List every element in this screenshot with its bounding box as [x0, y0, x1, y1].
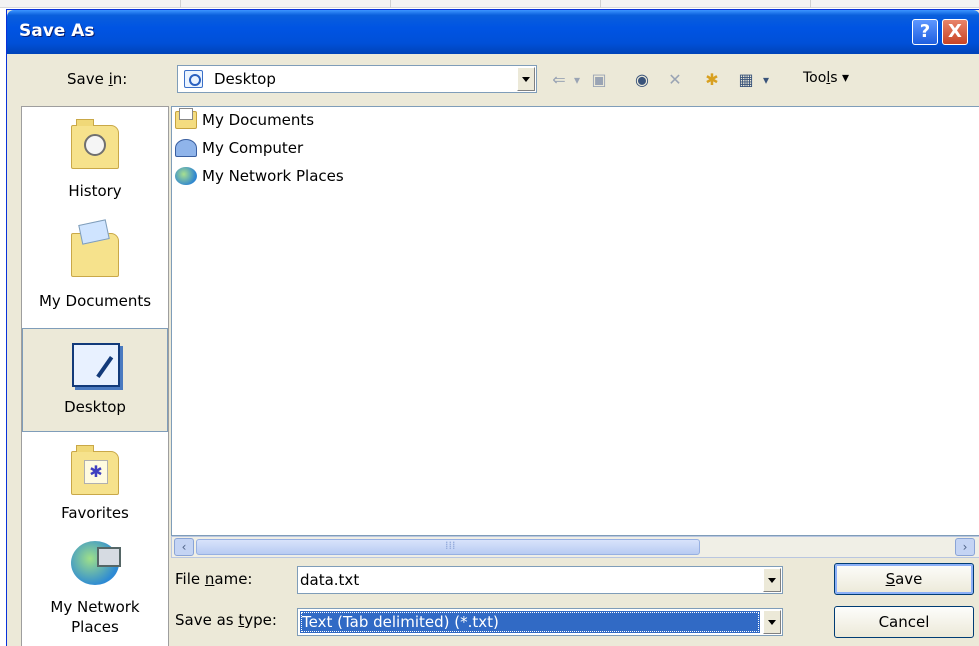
tools-menu[interactable]: Tools ▾	[803, 70, 849, 86]
places-bar: History My Documents Desktop ✱ Favorites…	[21, 106, 169, 646]
delete-icon[interactable]: ✕	[663, 68, 687, 92]
file-name-dropdown-icon[interactable]	[763, 568, 781, 592]
file-name: My Documents	[202, 111, 315, 129]
my-network-places-icon	[175, 167, 197, 185]
save-button-text: ave	[895, 570, 923, 588]
save-as-type-label: Save as type:	[175, 611, 277, 629]
places-label-desktop: Desktop	[64, 398, 126, 416]
desktop-icon	[72, 343, 120, 387]
save-button[interactable]: Save	[834, 563, 974, 595]
favorites-icon: ✱	[71, 445, 119, 495]
places-label-network-line1: My Network	[50, 598, 140, 616]
scroll-left-icon[interactable]: ‹	[174, 538, 194, 556]
history-icon	[71, 119, 119, 169]
save-as-dialog: Save As ? X Save in: Desktop ⇐ ▾ ▣ ◉ ✕ ✱…	[6, 9, 979, 646]
back-dropdown-icon[interactable]: ▾	[571, 68, 583, 92]
file-name: My Network Places	[202, 167, 344, 185]
places-item-favorites[interactable]: ✱ Favorites	[22, 437, 168, 541]
search-web-icon[interactable]: ◉	[629, 68, 655, 92]
title-bar[interactable]: Save As ? X	[7, 10, 979, 54]
network-places-icon	[71, 541, 121, 585]
save-in-dropdown-icon[interactable]	[517, 67, 535, 91]
back-icon[interactable]: ⇐	[547, 68, 571, 92]
scrollbar-thumb[interactable]	[196, 539, 700, 555]
save-as-type-label-text-end: ype:	[244, 611, 277, 629]
background-window-strip	[0, 0, 979, 8]
help-button[interactable]: ?	[912, 19, 938, 45]
places-item-history[interactable]: History	[22, 111, 168, 215]
my-documents-folder-icon	[71, 219, 119, 277]
save-as-type-dropdown-icon[interactable]	[763, 610, 781, 634]
places-label-my-documents: My Documents	[38, 292, 152, 310]
places-label-history: History	[68, 182, 122, 200]
file-name: My Computer	[202, 139, 304, 157]
save-in-value: Desktop	[214, 70, 276, 88]
file-name-label-accel: n	[204, 570, 215, 588]
save-button-accel: S	[885, 570, 896, 588]
close-button[interactable]: X	[942, 19, 968, 45]
file-name-input[interactable]	[300, 568, 760, 592]
file-name-label-text-end: ame:	[214, 570, 253, 588]
places-item-desktop[interactable]: Desktop	[22, 328, 168, 432]
views-icon[interactable]: ▦	[733, 68, 759, 92]
places-item-my-network-places[interactable]: My Network Places	[22, 533, 168, 645]
save-as-type-label-text: Save as	[175, 611, 239, 629]
dialog-title: Save As	[19, 21, 95, 41]
save-as-type-value: Text (Tab delimited) (*.txt)	[300, 611, 760, 633]
views-dropdown-icon[interactable]: ▾	[759, 68, 773, 92]
scroll-right-icon[interactable]: ›	[955, 538, 975, 556]
my-computer-icon	[175, 139, 197, 157]
places-label-network-line2: Places	[71, 618, 119, 636]
file-name-label: File name:	[175, 570, 252, 588]
new-folder-icon[interactable]: ✱	[699, 68, 725, 92]
save-as-type-select[interactable]: Text (Tab delimited) (*.txt)	[297, 608, 783, 636]
file-name-label-text: File	[175, 570, 205, 588]
cancel-button[interactable]: Cancel	[834, 606, 974, 638]
file-name-combo[interactable]	[297, 566, 783, 594]
save-in-combo[interactable]: Desktop	[177, 65, 537, 93]
save-in-label-text: Save	[67, 70, 109, 88]
up-one-level-icon[interactable]: ▣	[587, 68, 611, 92]
save-in-label: Save in:	[67, 70, 127, 88]
tools-menu-text-end: s ▾	[830, 70, 849, 86]
places-item-my-documents[interactable]: My Documents	[22, 219, 168, 323]
places-label-favorites: Favorites	[61, 504, 129, 522]
tools-menu-text: Too	[803, 70, 827, 86]
horizontal-scrollbar[interactable]: ‹ ›	[171, 536, 979, 558]
desktop-location-icon	[184, 70, 203, 88]
my-documents-icon	[175, 108, 197, 129]
save-in-label-text-end: n:	[112, 70, 128, 88]
file-list[interactable]: My Documents My Computer My Network Plac…	[171, 106, 979, 536]
